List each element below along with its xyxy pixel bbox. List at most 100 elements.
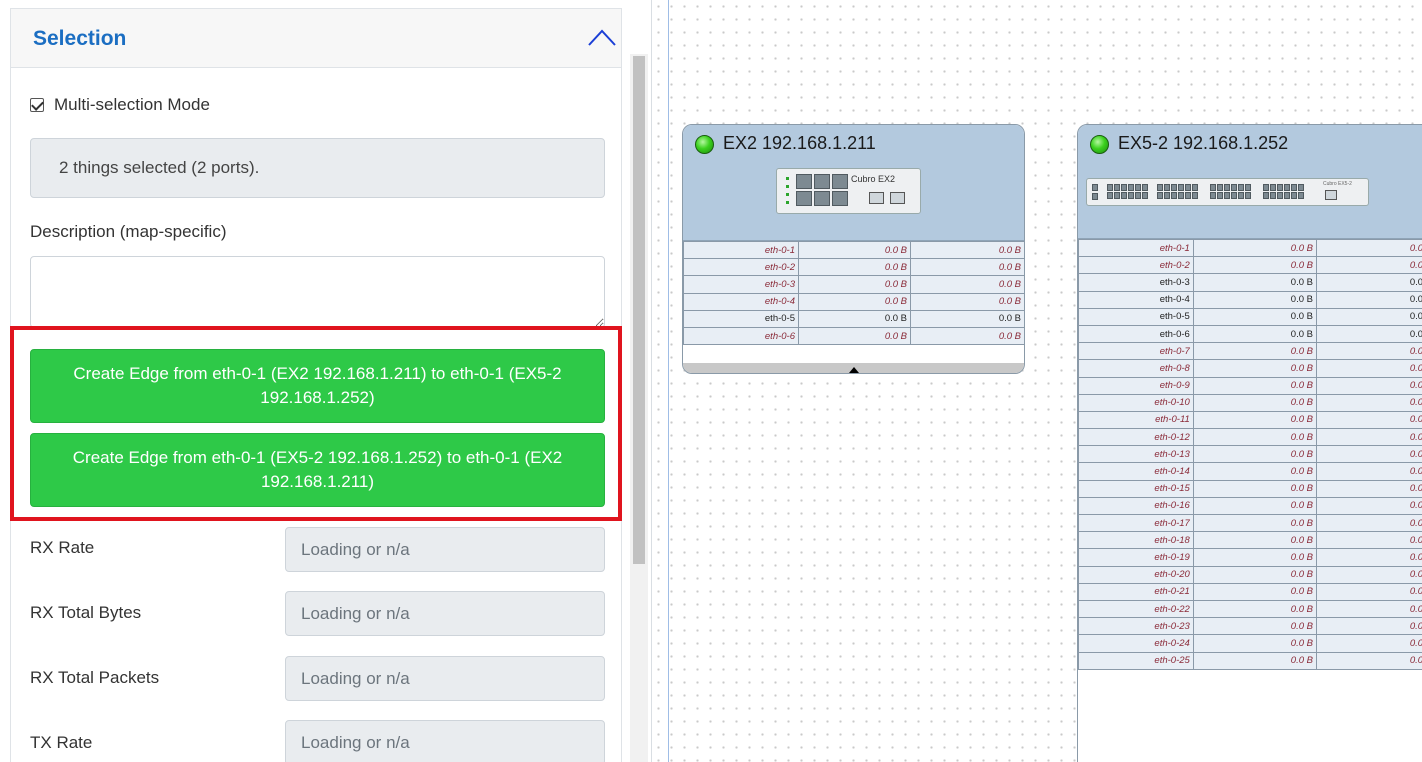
port-row[interactable]: eth-0-130.0 B0.0 B — [1078, 445, 1422, 464]
map-canvas[interactable]: EX2 192.168.1.211 Cubro EX2 eth-0-1 0.0 B… — [652, 0, 1422, 762]
tx-rate-input[interactable] — [285, 720, 605, 762]
port-row[interactable]: eth-0-200.0 B0.0 B — [1078, 565, 1422, 584]
rx-rate-input[interactable] — [285, 527, 605, 572]
create-edge-button-1[interactable]: Create Edge from eth-0-1 (EX2 192.168.1.… — [30, 349, 605, 423]
port-row[interactable]: eth-0-40.0 B0.0 B — [683, 292, 1024, 311]
port-rx-value: 0.0 B — [1192, 513, 1317, 533]
port-tx-value: 0.0 B — [1315, 617, 1422, 636]
port-rx-value: 0.0 B — [1192, 307, 1317, 326]
port-row[interactable]: eth-0-40.0 B0.0 B — [1078, 290, 1422, 309]
port-row[interactable]: eth-0-110.0 B0.0 B — [1078, 410, 1422, 430]
port-rx-value: 0.0 B — [1192, 393, 1317, 412]
port-row[interactable]: eth-0-10.0 B0.0 B — [683, 240, 1024, 260]
port-row[interactable]: eth-0-170.0 B0.0 B — [1078, 513, 1422, 533]
port-row[interactable]: eth-0-240.0 B0.0 B — [1078, 634, 1422, 653]
port-tx-value: 0.0 B — [910, 292, 1024, 311]
switch-image: Cubro EX2 — [776, 168, 921, 214]
selection-panel: Selection Multi-selection Mode 2 things … — [0, 0, 652, 762]
port-tx-value: 0.0 B — [910, 258, 1024, 277]
port-name: eth-0-3 — [1078, 273, 1194, 292]
port-name: eth-0-22 — [1078, 599, 1194, 619]
create-edge-button-2[interactable]: Create Edge from eth-0-1 (EX5-2 192.168.… — [30, 433, 605, 507]
port-tx-value: 0.0 B — [1315, 565, 1422, 584]
port-tx-value: 0.0 B — [1315, 599, 1422, 619]
port-name: eth-0-11 — [1078, 410, 1194, 430]
description-textarea[interactable] — [30, 256, 605, 328]
port-tx-value: 0.0 B — [1315, 496, 1422, 516]
port-row[interactable]: eth-0-20.0 B0.0 B — [683, 258, 1024, 277]
port-rx-value: 0.0 B — [798, 292, 911, 311]
port-name: eth-0-14 — [1078, 462, 1194, 481]
port-row[interactable]: eth-0-30.0 B0.0 B — [683, 275, 1024, 294]
port-tx-value: 0.0 B — [1315, 410, 1422, 430]
port-row[interactable]: eth-0-100.0 B0.0 B — [1078, 393, 1422, 412]
port-row[interactable]: eth-0-20.0 B0.0 B — [1078, 256, 1422, 275]
port-name: eth-0-1 — [1078, 238, 1194, 258]
multi-selection-row[interactable]: Multi-selection Mode — [30, 94, 210, 116]
port-name: eth-0-17 — [1078, 513, 1194, 533]
port-row[interactable]: eth-0-190.0 B0.0 B — [1078, 548, 1422, 567]
port-row[interactable]: eth-0-210.0 B0.0 B — [1078, 582, 1422, 601]
port-name: eth-0-16 — [1078, 496, 1194, 516]
rx-total-packets-label: RX Total Packets — [30, 668, 160, 687]
rx-total-bytes-input[interactable] — [285, 591, 605, 636]
port-row[interactable]: eth-0-220.0 B0.0 B — [1078, 599, 1422, 619]
port-name: eth-0-24 — [1078, 634, 1194, 653]
port-row[interactable]: eth-0-10.0 B0.0 B — [1078, 238, 1422, 258]
multi-selection-checkbox[interactable] — [30, 98, 44, 112]
chevron-up-icon[interactable] — [587, 23, 617, 53]
port-rx-value: 0.0 B — [1192, 342, 1317, 361]
switch-model-label: Cubro EX2 — [851, 174, 896, 184]
port-tx-value: 0.0 B — [1315, 342, 1422, 361]
port-row[interactable]: eth-0-60.0 B0.0 B — [683, 326, 1024, 346]
port-tx-value: 0.0 B — [1315, 238, 1422, 258]
port-name: eth-0-20 — [1078, 565, 1194, 584]
port-row[interactable]: eth-0-50.0 B0.0 B — [683, 309, 1024, 328]
port-rx-value: 0.0 B — [1192, 617, 1317, 636]
description-label: Description (map-specific) — [30, 222, 227, 241]
device-node-ex5-2[interactable]: EX5-2 192.168.1.252 Cubro EX5-2 eth-0-1 … — [1077, 124, 1422, 762]
port-tx-value: 0.0 B — [910, 240, 1024, 260]
port-row[interactable]: eth-0-160.0 B0.0 B — [1078, 496, 1422, 516]
port-rx-value: 0.0 B — [1192, 445, 1317, 464]
port-name: eth-0-4 — [683, 292, 799, 311]
sfp-port — [1325, 190, 1337, 200]
port-row[interactable]: eth-0-180.0 B0.0 B — [1078, 531, 1422, 550]
port-name: eth-0-21 — [1078, 582, 1194, 601]
expand-arrow-icon[interactable] — [849, 367, 859, 373]
port-row[interactable]: eth-0-70.0 B0.0 B — [1078, 342, 1422, 361]
port-row[interactable]: eth-0-230.0 B0.0 B — [1078, 617, 1422, 636]
device-title: EX2 192.168.1.211 — [723, 133, 876, 153]
port-tx-value: 0.0 B — [1315, 428, 1422, 447]
port-name: eth-0-19 — [1078, 548, 1194, 567]
port-name: eth-0-4 — [1078, 290, 1194, 309]
port-rx-value: 0.0 B — [1192, 565, 1317, 584]
port-name: eth-0-23 — [1078, 617, 1194, 636]
port-row[interactable]: eth-0-30.0 B0.0 B — [1078, 273, 1422, 292]
port-rx-value: 0.0 B — [1192, 256, 1317, 275]
port-table: eth-0-10.0 B0.0 Beth-0-20.0 B0.0 Beth-0-… — [683, 240, 1024, 346]
port-row[interactable]: eth-0-140.0 B0.0 B — [1078, 462, 1422, 481]
panel-header: Selection — [10, 8, 622, 68]
device-node-ex2[interactable]: EX2 192.168.1.211 Cubro EX2 eth-0-1 0.0 B… — [682, 124, 1025, 374]
port-name: eth-0-6 — [683, 326, 799, 346]
multi-selection-label: Multi-selection Mode — [54, 95, 210, 114]
scrollbar-thumb[interactable] — [633, 56, 645, 564]
port-row[interactable]: eth-0-250.0 B0.0 B — [1078, 651, 1422, 670]
rj45-ports — [1210, 184, 1251, 199]
port-row[interactable]: eth-0-120.0 B0.0 B — [1078, 428, 1422, 447]
port-row[interactable]: eth-0-50.0 B0.0 B — [1078, 307, 1422, 326]
port-row[interactable]: eth-0-60.0 B0.0 B — [1078, 324, 1422, 344]
rx-rate-label: RX Rate — [30, 538, 95, 557]
port-rx-value: 0.0 B — [1192, 531, 1317, 550]
rx-total-packets-input[interactable] — [285, 656, 605, 701]
port-row[interactable]: eth-0-80.0 B0.0 B — [1078, 359, 1422, 378]
port-row[interactable]: eth-0-150.0 B0.0 B — [1078, 479, 1422, 498]
selected-summary: 2 things selected (2 ports). — [30, 138, 605, 198]
port-tx-value: 0.0 B — [1315, 273, 1422, 292]
port-name: eth-0-18 — [1078, 531, 1194, 550]
port-rx-value: 0.0 B — [798, 275, 911, 294]
port-row[interactable]: eth-0-90.0 B0.0 B — [1078, 376, 1422, 395]
tx-rate-label: TX Rate — [30, 733, 93, 752]
port-name: eth-0-2 — [683, 258, 799, 277]
